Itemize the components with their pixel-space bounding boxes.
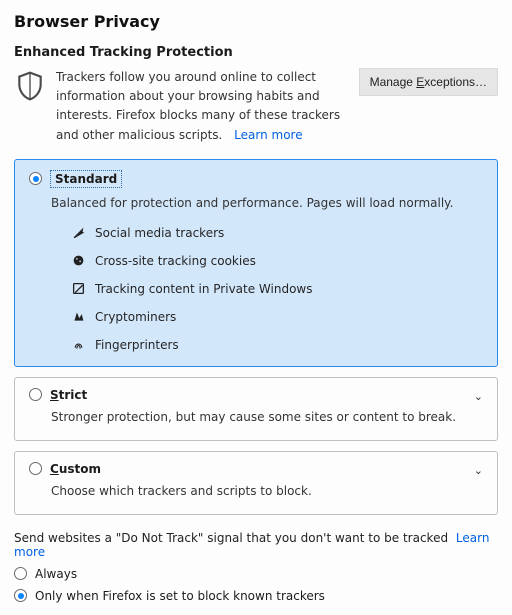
radio-strict[interactable] (29, 388, 42, 401)
tracker-crypto: Cryptominers (71, 310, 483, 324)
option-strict-title: Strict (50, 388, 87, 402)
dnt-option-always[interactable]: Always (14, 567, 498, 581)
option-strict[interactable]: ⌄ Strict Stronger protection, but may ca… (14, 377, 498, 441)
option-standard-desc: Balanced for protection and performance.… (51, 194, 483, 212)
tracker-cookies-label: Cross-site tracking cookies (95, 254, 256, 268)
learn-more-link[interactable]: Learn more (234, 128, 302, 142)
cookie-icon (71, 254, 85, 268)
option-custom-desc: Choose which trackers and scripts to blo… (51, 482, 483, 500)
dnt-prompt: Send websites a "Do Not Track" signal th… (14, 531, 489, 559)
content-icon (71, 282, 85, 296)
radio-dnt-always[interactable] (14, 567, 27, 580)
tracker-content-label: Tracking content in Private Windows (95, 282, 313, 296)
tracker-list: Social media trackers Cross-site trackin… (71, 226, 483, 352)
tracker-social-label: Social media trackers (95, 226, 224, 240)
dnt-always-label: Always (35, 567, 77, 581)
option-standard[interactable]: Standard Balanced for protection and per… (14, 159, 498, 367)
option-custom-title: Custom (50, 462, 101, 476)
option-standard-title: Standard (50, 170, 122, 188)
fingerprint-icon (71, 338, 85, 352)
crypto-icon (71, 310, 85, 324)
tracker-content: Tracking content in Private Windows (71, 282, 483, 296)
tracker-fingerprint: Fingerprinters (71, 338, 483, 352)
option-custom[interactable]: ⌄ Custom Choose which trackers and scrip… (14, 451, 498, 515)
dnt-option-onlywhen[interactable]: Only when Firefox is set to block known … (14, 589, 498, 603)
chevron-down-icon[interactable]: ⌄ (474, 464, 483, 477)
dnt-onlywhen-label: Only when Firefox is set to block known … (35, 589, 325, 603)
shield-icon (14, 70, 46, 105)
intro-text: Trackers follow you around online to col… (56, 68, 349, 145)
tracker-social: Social media trackers (71, 226, 483, 240)
radio-custom[interactable] (29, 462, 42, 475)
radio-dnt-onlywhen[interactable] (14, 589, 27, 602)
section-title: Enhanced Tracking Protection (14, 45, 498, 60)
page-title: Browser Privacy (14, 12, 498, 31)
manage-exceptions-button[interactable]: Manage Exceptions… (359, 68, 498, 96)
tracker-fingerprint-label: Fingerprinters (95, 338, 179, 352)
chevron-down-icon[interactable]: ⌄ (474, 390, 483, 403)
radio-standard[interactable] (29, 172, 42, 185)
dnt-prompt-text: Send websites a "Do Not Track" signal th… (14, 531, 448, 545)
option-strict-desc: Stronger protection, but may cause some … (51, 408, 483, 426)
tracker-crypto-label: Cryptominers (95, 310, 176, 324)
tracker-cookies: Cross-site tracking cookies (71, 254, 483, 268)
social-icon (71, 226, 85, 240)
